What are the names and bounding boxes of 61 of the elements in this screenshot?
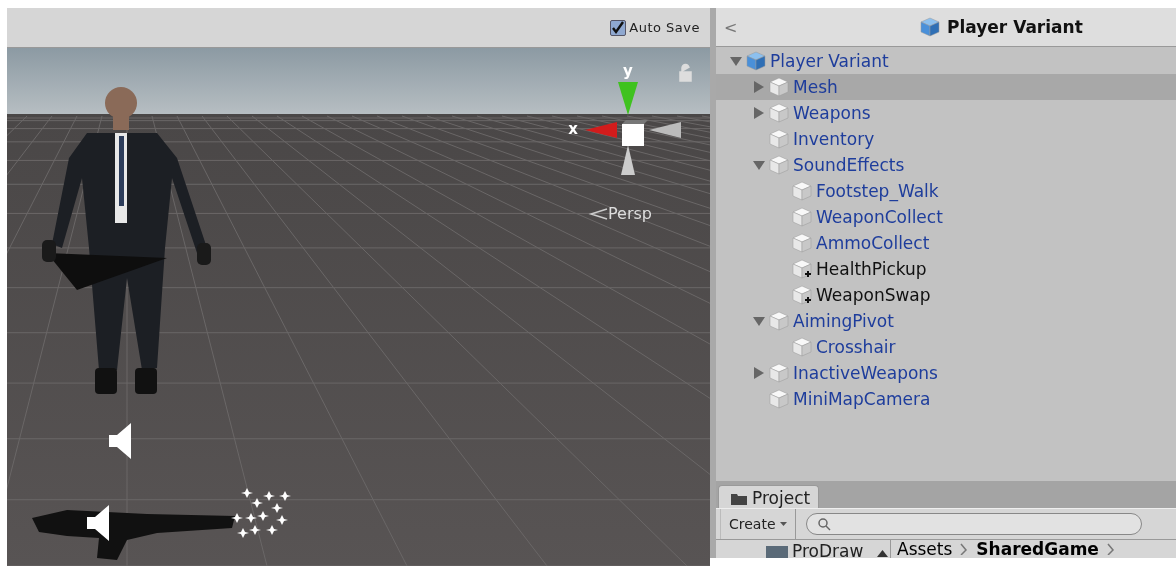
prefab-title: Player Variant bbox=[947, 17, 1083, 38]
hierarchy-row[interactable]: SoundEffects bbox=[716, 152, 1176, 179]
back-button[interactable]: < bbox=[716, 17, 746, 37]
collapsed-arrow-icon[interactable] bbox=[753, 81, 765, 94]
cube-icon bbox=[769, 103, 789, 124]
prefab-cube-icon bbox=[746, 51, 766, 72]
auto-save-checkbox[interactable]: Auto Save bbox=[610, 19, 700, 36]
cube-icon bbox=[769, 77, 789, 98]
hierarchy-row[interactable]: MiniMapCamera bbox=[716, 386, 1176, 413]
speaker-icon bbox=[109, 423, 131, 459]
particle-system-icon bbox=[231, 488, 291, 538]
projection-label[interactable]: Persp bbox=[608, 204, 652, 223]
collapsed-arrow-icon[interactable] bbox=[753, 107, 765, 120]
folder-label[interactable]: ProDraw bbox=[792, 544, 864, 558]
lock-icon[interactable] bbox=[679, 63, 692, 82]
folder-icon bbox=[731, 491, 747, 505]
speaker-icon bbox=[87, 505, 109, 541]
hierarchy-row[interactable]: WeaponSwap bbox=[716, 282, 1176, 309]
hierarchy-row[interactable]: Weapons bbox=[716, 100, 1176, 127]
cube-icon bbox=[792, 207, 812, 228]
cube-icon bbox=[769, 389, 789, 410]
hierarchy-row[interactable]: AimingPivot bbox=[716, 308, 1176, 335]
cube-icon bbox=[769, 155, 789, 176]
cube-icon bbox=[792, 233, 812, 254]
search-field[interactable] bbox=[805, 513, 1142, 535]
prefab-cube-icon bbox=[920, 17, 940, 38]
create-dropdown[interactable]: Create bbox=[720, 509, 796, 539]
hierarchy-row[interactable]: AmmoCollect bbox=[716, 230, 1176, 257]
expanded-arrow-icon[interactable] bbox=[753, 159, 765, 172]
caret-icon bbox=[779, 521, 787, 527]
scene-viewport[interactable]: y x Persp bbox=[7, 48, 710, 566]
chevron-icon bbox=[1106, 543, 1115, 555]
cube-icon bbox=[769, 311, 789, 332]
expanded-arrow-icon[interactable] bbox=[753, 315, 765, 328]
hierarchy-row[interactable]: Mesh bbox=[716, 74, 1176, 101]
hierarchy-row[interactable]: WeaponCollect bbox=[716, 204, 1176, 231]
cube-icon bbox=[792, 337, 812, 358]
breadcrumb-link[interactable]: SharedGame bbox=[976, 540, 1099, 558]
perspective-chevron-icon bbox=[588, 208, 608, 220]
hierarchy-row[interactable]: HealthPickup bbox=[716, 256, 1176, 283]
hierarchy-row[interactable]: Crosshair bbox=[716, 334, 1176, 361]
cube-icon bbox=[769, 129, 789, 150]
expanded-arrow-icon[interactable] bbox=[730, 55, 742, 68]
cube-icon bbox=[792, 181, 812, 202]
hierarchy-row[interactable]: Inventory bbox=[716, 126, 1176, 153]
project-tab[interactable]: Project bbox=[718, 485, 820, 508]
search-icon bbox=[816, 517, 831, 531]
cube-icon bbox=[769, 363, 789, 384]
folder-icon bbox=[766, 546, 788, 558]
y-axis-label: y bbox=[623, 62, 633, 80]
added-object-cube-icon bbox=[792, 285, 812, 306]
hierarchy-row[interactable]: Player Variant bbox=[716, 48, 1176, 75]
checkbox[interactable] bbox=[610, 19, 627, 36]
orientation-gizmo[interactable] bbox=[585, 82, 681, 175]
collapsed-arrow-icon[interactable] bbox=[753, 367, 765, 380]
hierarchy-row[interactable]: Footstep_Walk bbox=[716, 178, 1176, 205]
hierarchy-row[interactable]: InactiveWeapons bbox=[716, 360, 1176, 387]
breadcrumb-link[interactable]: Assets bbox=[897, 540, 953, 558]
added-object-cube-icon bbox=[792, 259, 812, 280]
x-axis-label: x bbox=[568, 120, 578, 138]
chevron-icon bbox=[960, 543, 969, 555]
